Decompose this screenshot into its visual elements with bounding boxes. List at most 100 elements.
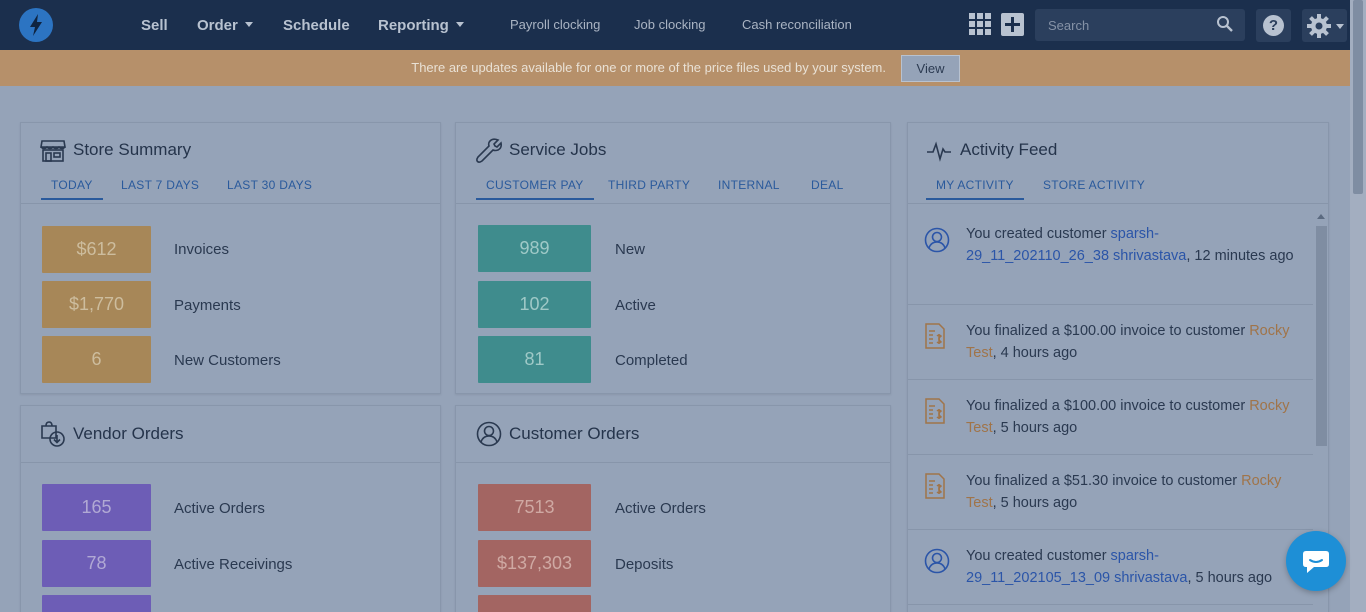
nav-job-clocking[interactable]: Job clocking xyxy=(634,0,706,50)
update-banner: There are updates available for one or m… xyxy=(0,50,1350,86)
stat-active-receivings-label: Active Receivings xyxy=(174,556,293,573)
tab-internal[interactable]: INTERNAL xyxy=(718,178,780,200)
add-new-icon[interactable] xyxy=(1001,13,1024,36)
vendor-order-icon xyxy=(41,421,65,447)
activity-feed-scroll-thumb[interactable] xyxy=(1316,226,1327,446)
page-scrollbar[interactable] xyxy=(1350,0,1366,612)
stat-new-jobs-value[interactable]: 989 xyxy=(478,225,591,272)
user-icon xyxy=(924,227,950,253)
stat-active-receivings-value[interactable]: 78 xyxy=(42,540,151,587)
apps-grid-icon[interactable] xyxy=(969,13,991,35)
customer-orders-panel: Customer Orders 7513 Active Orders $137,… xyxy=(455,405,891,612)
help-button[interactable]: ? xyxy=(1256,9,1291,42)
store-icon xyxy=(40,140,66,162)
feed-text-suffix: , 4 hours ago xyxy=(992,345,1078,361)
wrench-icon xyxy=(476,138,502,163)
stat-new-jobs-label: New xyxy=(615,241,646,258)
tab-last-7-days[interactable]: LAST 7 DAYS xyxy=(121,178,199,200)
stat-customer-extra[interactable] xyxy=(478,595,591,612)
top-navbar: Sell Order Schedule Reporting Payroll cl… xyxy=(0,0,1350,50)
tab-third-party[interactable]: THIRD PARTY xyxy=(608,178,690,200)
nav-cash-reconciliation[interactable]: Cash reconciliation xyxy=(742,0,852,50)
stat-deposits-value[interactable]: $137,303 xyxy=(478,540,591,587)
nav-order[interactable]: Order xyxy=(197,0,253,50)
tab-last-30-days[interactable]: LAST 30 DAYS xyxy=(227,178,312,200)
vendor-orders-panel: Vendor Orders 165 Active Orders 78 Activ… xyxy=(20,405,441,612)
stat-invoices-value[interactable]: $612 xyxy=(42,226,151,273)
feed-item: You finalized a $100.00 invoice to custo… xyxy=(908,380,1313,455)
stat-new-customers-label: New Customers xyxy=(174,352,281,369)
stat-new-customers-value[interactable]: 6 xyxy=(42,336,151,383)
feed-item: You created customer sparsh-29_11_202105… xyxy=(908,530,1313,605)
user-icon xyxy=(924,548,950,574)
caret-down-icon xyxy=(244,22,253,27)
nav-sell[interactable]: Sell xyxy=(141,0,168,50)
vendor-orders-title: Vendor Orders xyxy=(73,424,184,443)
nav-schedule[interactable]: Schedule xyxy=(283,0,350,50)
app-logo[interactable] xyxy=(19,8,53,42)
chat-icon xyxy=(1303,551,1329,573)
stat-payments-label: Payments xyxy=(174,297,241,314)
search-input[interactable] xyxy=(1035,9,1211,41)
stat-active-jobs-value[interactable]: 102 xyxy=(478,281,591,328)
feed-text-prefix: You finalized a $100.00 invoice to custo… xyxy=(966,323,1250,339)
caret-down-icon xyxy=(455,22,464,27)
feed-item-text: You finalized a $100.00 invoice to custo… xyxy=(966,320,1296,364)
nav-order-label: Order xyxy=(197,17,238,34)
feed-item-text: You finalized a $100.00 invoice to custo… xyxy=(966,395,1296,439)
nav-payroll-clocking[interactable]: Payroll clocking xyxy=(510,0,600,50)
store-summary-title: Store Summary xyxy=(73,140,192,159)
lightning-bolt-icon xyxy=(30,14,42,36)
chat-button[interactable] xyxy=(1286,531,1346,591)
stat-completed-jobs-label: Completed xyxy=(615,352,688,369)
page-scroll-thumb[interactable] xyxy=(1353,0,1363,194)
tab-deal[interactable]: DEAL xyxy=(811,178,844,200)
help-icon: ? xyxy=(1263,15,1284,36)
divider xyxy=(456,462,890,463)
update-banner-text: There are updates available for one or m… xyxy=(411,60,886,75)
store-summary-panel: Store Summary TODAY LAST 7 DAYS LAST 30 … xyxy=(20,122,441,394)
stat-payments-value[interactable]: $1,770 xyxy=(42,281,151,328)
feed-text-suffix: , 5 hours ago xyxy=(1187,570,1273,586)
feed-text-prefix: You finalized a $51.30 invoice to custom… xyxy=(966,473,1242,489)
nav-reporting[interactable]: Reporting xyxy=(378,0,464,50)
activity-feed-title: Activity Feed xyxy=(960,140,1058,159)
customer-orders-title: Customer Orders xyxy=(509,424,640,443)
tab-today[interactable]: TODAY xyxy=(41,178,103,200)
divider xyxy=(456,203,890,204)
stat-vendor-extra[interactable] xyxy=(42,595,151,612)
stat-invoices-label: Invoices xyxy=(174,241,230,258)
stat-vendor-active-orders-value[interactable]: 165 xyxy=(42,484,151,531)
scroll-up-arrow-icon[interactable] xyxy=(1317,214,1325,219)
service-jobs-title: Service Jobs xyxy=(509,140,607,159)
nav-schedule-label: Schedule xyxy=(283,17,350,34)
divider xyxy=(21,462,440,463)
stat-customer-active-orders-value[interactable]: 7513 xyxy=(478,484,591,531)
divider xyxy=(908,203,1328,204)
settings-button[interactable] xyxy=(1302,9,1347,42)
gear-icon xyxy=(1307,14,1331,38)
nav-sell-label: Sell xyxy=(141,17,168,34)
search-box xyxy=(1035,9,1245,41)
view-updates-button[interactable]: View xyxy=(901,55,960,82)
nav-reporting-label: Reporting xyxy=(378,17,449,34)
feed-text-prefix: You created customer xyxy=(966,226,1111,242)
tab-customer-pay[interactable]: CUSTOMER PAY xyxy=(476,178,594,200)
search-icon[interactable] xyxy=(1216,15,1234,33)
stat-completed-jobs-value[interactable]: 81 xyxy=(478,336,591,383)
feed-text-prefix: You finalized a $100.00 invoice to custo… xyxy=(966,398,1250,414)
divider xyxy=(21,203,440,204)
invoice-icon xyxy=(925,473,945,499)
tab-store-activity[interactable]: STORE ACTIVITY xyxy=(1043,178,1145,200)
feed-text-prefix: You created customer xyxy=(966,548,1111,564)
tab-my-activity[interactable]: MY ACTIVITY xyxy=(926,178,1024,200)
feed-item-text: You finalized a $51.30 invoice to custom… xyxy=(966,470,1296,514)
feed-text-suffix: , 5 hours ago xyxy=(992,420,1078,436)
feed-item-text: You created customer sparsh-29_11_202110… xyxy=(966,223,1296,267)
invoice-icon xyxy=(925,398,945,424)
invoice-icon xyxy=(925,323,945,349)
stat-customer-active-orders-label: Active Orders xyxy=(615,500,706,517)
customer-icon xyxy=(476,421,502,447)
stat-active-jobs-label: Active xyxy=(615,297,656,314)
feed-text-suffix: , 5 hours ago xyxy=(992,495,1078,511)
